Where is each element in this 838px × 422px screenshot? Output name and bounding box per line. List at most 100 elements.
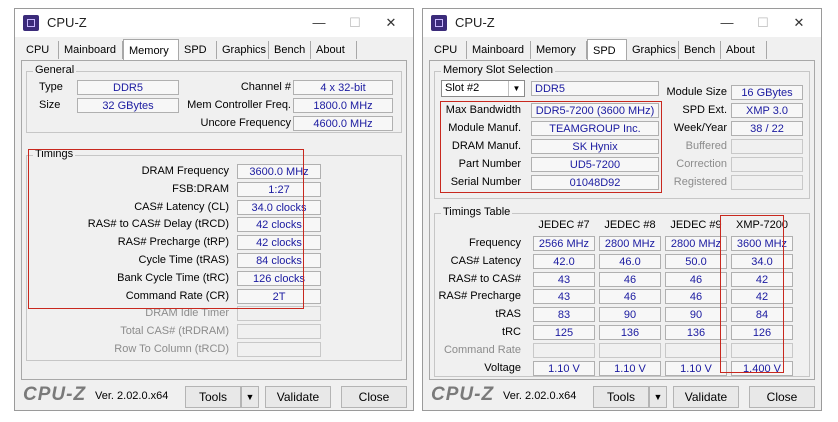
timings-cell: 2800 MHz [665,236,727,251]
tab-memory[interactable]: Memory [123,39,179,60]
minimize-icon[interactable]: — [713,13,741,33]
timing-label: RAS# to CAS# Delay (tRCD) [87,218,229,231]
timings-cell: 46 [665,289,727,305]
window-title: CPU-Z [455,15,495,30]
timings-cell: 90 [599,307,661,323]
registered-label: Registered [673,176,727,188]
correction-label: Correction [676,158,727,170]
tools-dropdown-arrow-icon[interactable]: ▼ [241,386,259,408]
timings-cell: 43 [533,271,595,287]
timings-cell: 2566 MHz [533,236,595,251]
maximize-icon[interactable]: ☐ [341,13,369,33]
type-value: DDR5 [77,80,179,95]
timing-value: 1:27 [237,181,321,197]
timing-label: Command Rate (CR) [125,289,229,302]
dram-manuf-value: SK Hynix [531,139,659,154]
timing-value: 42 clocks [237,217,321,233]
tab-cpu[interactable]: CPU [429,41,467,59]
buffered-label: Buffered [685,140,727,152]
close-icon[interactable]: ✕ [377,13,405,33]
footer-bar: CPU-Z Ver. 2.02.0.x64 Tools ▼ Validate C… [15,381,413,411]
module-type-value: DDR5 [531,81,659,96]
chevron-down-icon: ▼ [508,81,524,96]
cpuz-app-icon [431,15,447,31]
tab-bench[interactable]: Bench [679,41,721,59]
tab-cpu[interactable]: CPU [21,41,59,59]
tools-dropdown-arrow-icon[interactable]: ▼ [649,386,667,408]
timings-cell: 136 [599,325,661,340]
timings-cell: 46 [599,289,661,305]
timings-cell: 34.0 [731,253,793,269]
timing-value: 126 clocks [237,270,321,286]
tab-graphics[interactable]: Graphics [217,41,269,59]
timings-cell [665,342,727,358]
version-label: Ver. 2.02.0.x64 [95,390,169,402]
timing-label: DRAM Idle Timer [145,307,229,320]
version-label: Ver. 2.02.0.x64 [503,390,577,402]
timings-cell: 90 [665,307,727,323]
tab-bench[interactable]: Bench [269,41,311,59]
general-group-title: General [33,64,77,76]
maximize-icon[interactable]: ☐ [749,13,777,33]
max-bandwidth-label: Max Bandwidth [445,104,521,116]
uncore-frequency-label: Uncore Frequency [200,117,292,129]
title-bar[interactable]: CPU-Z — ☐ ✕ [423,9,821,37]
close-button[interactable]: Close [749,386,815,408]
close-icon[interactable]: ✕ [785,13,813,33]
timings-cell: 1.10 V [665,360,727,376]
timings-cell: 46.0 [599,253,661,269]
column-header: JEDEC #9 [670,219,722,231]
timings-cell: 1.10 V [533,360,595,376]
memory-slot-group-title: Memory Slot Selection [441,64,556,76]
timings-row-label: tRC [502,326,521,338]
buffered-value [731,139,803,154]
module-manuf-value: TEAMGROUP Inc. [531,121,659,136]
column-header: JEDEC #7 [538,219,590,231]
timing-value [237,306,321,322]
timing-label: Total CAS# (tRDRAM) [120,325,229,338]
tools-button[interactable]: Tools [185,386,241,408]
timings-cell [599,342,661,358]
timings-cell: 1.400 V [731,360,793,376]
validate-button[interactable]: Validate [265,386,331,408]
timing-label: Cycle Time (tRAS) [138,254,229,266]
timings-row-label: RAS# Precharge [438,290,521,303]
title-bar[interactable]: CPU-Z — ☐ ✕ [15,9,413,37]
validate-button[interactable]: Validate [673,386,739,408]
timings-cell: 136 [665,325,727,340]
slot-select[interactable]: Slot #2 ▼ [441,80,525,97]
channel-value: 4 x 32-bit [293,80,393,95]
uncore-frequency-value: 4600.0 MHz [293,116,393,131]
mem-controller-freq-label: Mem Controller Freq. [187,99,291,111]
timings-cell: 46 [665,271,727,287]
timings-cell: 3600 MHz [731,236,793,251]
timings-row-label: CAS# Latency [450,254,521,267]
channel-label: Channel # [240,81,291,93]
tab-graphics[interactable]: Graphics [627,41,679,59]
timing-value: 2T [237,288,321,304]
cpuz-window-spd: CPU-Z — ☐ ✕ CPU Mainboard Memory SPD Gra… [422,8,822,411]
timings-cell: 42.0 [533,253,595,269]
close-button[interactable]: Close [341,386,407,408]
timings-cell: 125 [533,325,595,340]
cpuz-logo: CPU-Z [23,384,87,405]
timing-label: Row To Column (tRCD) [114,343,229,355]
tab-mainboard[interactable]: Mainboard [467,41,531,59]
tab-about[interactable]: About [311,41,357,59]
tab-spd[interactable]: SPD [587,39,627,60]
tab-mainboard[interactable]: Mainboard [59,41,123,59]
tab-spd[interactable]: SPD [179,41,217,59]
timing-value: 34.0 clocks [237,199,321,215]
module-manuf-label: Module Manuf. [448,122,521,134]
part-number-value: UD5-7200 [531,157,659,172]
serial-number-value: 01048D92 [531,175,659,190]
cpuz-window-memory: CPU-Z — ☐ ✕ CPU Mainboard Memory SPD Gra… [14,8,414,411]
module-size-label: Module Size [666,86,727,98]
tools-button[interactable]: Tools [593,386,649,408]
window-title: CPU-Z [47,15,87,30]
minimize-icon[interactable]: — [305,13,333,33]
tab-memory[interactable]: Memory [531,41,587,59]
tab-about[interactable]: About [721,41,767,59]
timings-cell: 43 [533,289,595,305]
registered-value [731,175,803,190]
